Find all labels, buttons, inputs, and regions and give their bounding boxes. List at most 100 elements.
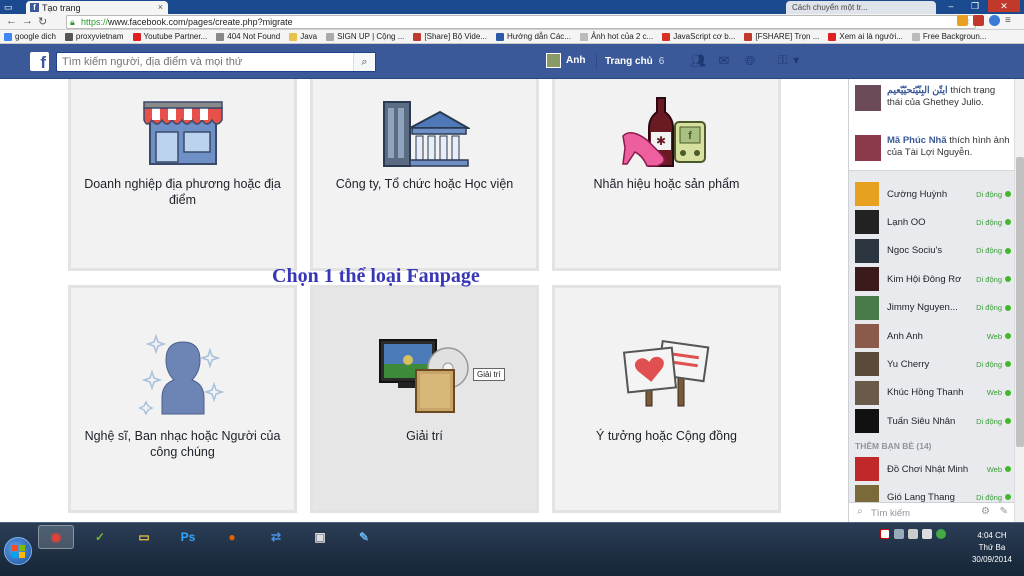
tab-close-icon[interactable]: ×: [158, 2, 163, 12]
category-card-brand[interactable]: ✱ f Nhãn hiệu hoặc sản phẩm: [552, 79, 781, 271]
bookmark-item[interactable]: Hướng dẫn Các...: [495, 32, 571, 41]
teamviewer-app[interactable]: ⇄: [258, 525, 294, 549]
tray-icon[interactable]: [922, 529, 932, 539]
utorrent-app[interactable]: ✓: [82, 525, 118, 549]
minimize-icon[interactable]: –: [940, 0, 962, 12]
lock-icon: 🔒︎: [70, 17, 75, 27]
category-card-local-business[interactable]: Doanh nghiệp địa phương hoặc địa điểm: [68, 79, 297, 271]
search-icon[interactable]: ⌕: [353, 53, 375, 71]
avatar: [855, 409, 879, 434]
category-card-cause[interactable]: Ý tưởng hoặc Cộng đồng: [552, 285, 781, 513]
clock-date: 30/09/2014: [971, 555, 1013, 564]
url-field[interactable]: 🔒︎ https://www.facebook.com/pages/create…: [66, 15, 976, 29]
back-icon[interactable]: ←: [6, 15, 17, 27]
system-tray: [880, 529, 946, 539]
bookmark-item[interactable]: SIGN UP | Cộng ...: [326, 32, 404, 41]
bookmark-item[interactable]: 404 Not Found: [216, 32, 280, 41]
online-dot-icon: [1005, 418, 1011, 425]
bookmark-favicon-icon: [4, 32, 12, 41]
bookmark-item[interactable]: Youtube Partner...: [132, 32, 207, 41]
friend-requests-icon[interactable]: 👥︎: [690, 53, 707, 69]
menu-icon[interactable]: ≡: [1005, 15, 1016, 26]
window-menu-icon[interactable]: ▭: [4, 2, 20, 12]
chat-contact[interactable]: Kim Hội Đông Rơ Di động: [855, 266, 1011, 292]
category-card-entertainment[interactable]: Giải trí Giải trí: [310, 285, 539, 513]
forward-icon[interactable]: →: [22, 15, 33, 27]
svg-text:✱: ✱: [655, 134, 665, 148]
extension-icon[interactable]: [957, 15, 968, 26]
photoshop-app[interactable]: Ps: [170, 525, 206, 549]
tray-icon[interactable]: [894, 529, 904, 539]
bookmark-item[interactable]: [Share] Bộ Vide...: [413, 32, 487, 41]
bookmark-label: Hướng dẫn Các...: [506, 32, 571, 41]
ticker-item[interactable]: ايتّن البِنّيّتحيّيّعيم thích trạng thái…: [855, 85, 1010, 111]
user-name: Anh: [566, 55, 586, 66]
ticker-item[interactable]: Mã Phúc Nhã thích hình ảnh của Tài Lợi N…: [855, 135, 1010, 161]
bookmark-item[interactable]: [FSHARE] Trọn ...: [744, 32, 819, 41]
paint-app[interactable]: ✎: [346, 525, 382, 549]
contact-name: Lạnh OO: [887, 216, 926, 228]
chat-contact[interactable]: Jimmy Nguyen... Di động: [855, 295, 1011, 321]
tray-icon[interactable]: [908, 529, 918, 539]
bookmark-item[interactable]: proxyvietnam: [64, 32, 124, 41]
profile-link[interactable]: Anh: [546, 53, 585, 68]
chat-contact[interactable]: Tuấn Siêu Nhân Di động: [855, 408, 1011, 434]
chevron-down-icon[interactable]: ▾: [793, 53, 799, 68]
window-close-icon[interactable]: ✕: [988, 0, 1020, 12]
chat-contact[interactable]: Yu Cherry Di động: [855, 351, 1011, 377]
chrome-app[interactable]: ◉: [38, 525, 74, 549]
chat-search-bar: ⌕ Tìm kiếm ⚙ ✎: [849, 502, 1014, 522]
browser-tab-inactive[interactable]: Cách chuyển một tr...: [786, 1, 936, 14]
facebook-logo[interactable]: f: [30, 52, 49, 72]
bookmark-item[interactable]: Java: [289, 32, 317, 41]
bookmark-label: [FSHARE] Trọn ...: [755, 32, 820, 41]
chat-sidebar: ايتّن البِنّيّتحيّيّعيم thích trạng thái…: [848, 79, 1024, 522]
tray-icon[interactable]: [936, 529, 946, 539]
bookmark-item[interactable]: JavaScript cơ b...: [662, 32, 735, 41]
chat-search-input[interactable]: Tìm kiếm: [871, 508, 910, 519]
messages-icon[interactable]: ✉︎: [716, 53, 732, 69]
chat-contact[interactable]: Cường Huỳnh Di động: [855, 181, 1011, 207]
start-button[interactable]: [4, 537, 32, 565]
firefox-app[interactable]: ●: [214, 525, 250, 549]
chat-contact[interactable]: Lạnh OO Di động: [855, 209, 1011, 235]
screenshot-app[interactable]: ▣: [302, 525, 338, 549]
bookmark-item[interactable]: Ảnh hot của 2 c...: [579, 32, 653, 41]
home-link[interactable]: Trang chủ 6: [596, 53, 664, 69]
chat-contact[interactable]: Khúc Hồng Thanh Web: [855, 380, 1011, 406]
tab-title: Tạo trang: [42, 2, 81, 13]
search-input[interactable]: [57, 53, 347, 71]
bookmark-item[interactable]: Xem ai là người...: [828, 32, 903, 41]
bookmark-label: SIGN UP | Cộng ...: [337, 32, 405, 41]
address-bar-row: ← → ↻ 🔒︎ https://www.facebook.com/pages/…: [0, 14, 1024, 30]
maximize-icon[interactable]: ❐: [964, 0, 986, 12]
gear-icon[interactable]: ⚙: [981, 506, 990, 517]
reload-icon[interactable]: ↻: [38, 15, 47, 28]
category-card-artist[interactable]: Nghệ sĩ, Ban nhạc hoặc Người của công ch…: [68, 285, 297, 513]
notifications-icon[interactable]: 🌐︎: [742, 53, 758, 69]
avatar: [855, 380, 879, 405]
category-card-company[interactable]: Công ty, Tổ chức hoặc Học viện: [310, 79, 539, 271]
ticker-name: Mã Phúc Nhã: [887, 135, 947, 146]
tab2-title: Cách chuyển một tr...: [792, 3, 868, 12]
scrollbar[interactable]: [1014, 79, 1024, 522]
bookmark-item[interactable]: Free Backgroun...: [911, 32, 986, 41]
extension-icon[interactable]: [989, 15, 1000, 26]
bookmark-item[interactable]: google dich: [4, 32, 56, 41]
account-menu: ⚿ ▾: [778, 53, 799, 68]
privacy-icon[interactable]: ⚿: [778, 53, 787, 68]
extension-icon[interactable]: [973, 15, 984, 26]
chat-contact[interactable]: Anh Anh Web: [855, 323, 1011, 349]
online-dot-icon: [1005, 276, 1011, 283]
browser-tab-active[interactable]: f Tạo trang ×: [26, 1, 168, 14]
clock[interactable]: 4:04 CH Thứ Ba 30/09/2014: [964, 530, 1020, 566]
compose-icon[interactable]: ✎: [1000, 506, 1008, 517]
tray-icon[interactable]: [880, 529, 890, 539]
chat-contact[interactable]: Đồ Chơi Nhật Minh Web: [855, 456, 1011, 482]
suggest-header: THÊM BẠN BÈ (14): [855, 441, 932, 451]
avatar: [546, 53, 561, 68]
scrollbar-thumb[interactable]: [1016, 157, 1024, 447]
chat-contact[interactable]: Ngoc Sociu's Di động: [855, 238, 1011, 264]
explorer-app[interactable]: ▭: [126, 525, 162, 549]
screen: ▭ f Tạo trang × Cách chuyển một tr... – …: [0, 0, 1024, 576]
